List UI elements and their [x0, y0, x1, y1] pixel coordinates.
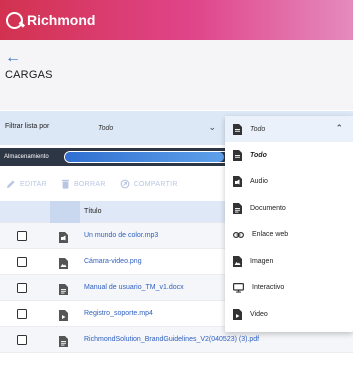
image-file-icon: [59, 256, 68, 274]
arrow-left-icon[interactable]: ←: [5, 50, 21, 66]
action-toolbar: EDITAR BORRAR COMPARTIR: [0, 169, 230, 199]
dropdown-selected-label: Todo: [250, 125, 266, 133]
page-header: ← CARGAS: [0, 40, 353, 110]
option-label: Interactivo: [252, 284, 285, 292]
storage-label: Almacenamiento: [4, 154, 49, 160]
row-checkbox[interactable]: [17, 309, 27, 319]
filter-selected-value: Todo: [98, 124, 114, 132]
dropdown-option-interactivo[interactable]: Interactivo: [225, 275, 353, 302]
app-logo[interactable]: Richmond: [6, 11, 96, 29]
audio-icon: [233, 176, 242, 188]
dropdown-selected[interactable]: Todo ⌃: [225, 116, 353, 142]
row-checkbox[interactable]: [17, 231, 27, 241]
file-name-link[interactable]: Cámara-video.png: [84, 258, 142, 265]
link-icon: [233, 231, 244, 238]
option-label: Video: [250, 310, 268, 318]
file-name-link[interactable]: Un mundo de color.mp3: [84, 232, 158, 239]
document-icon: [233, 123, 242, 135]
select-column-header: [0, 201, 52, 223]
edit-button[interactable]: EDITAR: [6, 179, 47, 189]
option-label: Audio: [250, 178, 268, 186]
option-label: Documento: [250, 204, 286, 212]
video-file-icon: [59, 308, 68, 326]
chevron-up-icon: ⌃: [335, 123, 343, 133]
row-checkbox[interactable]: [17, 283, 27, 293]
title-column-header[interactable]: Título: [84, 208, 102, 215]
storage-row: Almacenamiento: [0, 148, 230, 166]
audio-file-icon: [59, 230, 68, 248]
pencil-icon: [7, 180, 15, 188]
dropdown-option-imagen[interactable]: Imagen: [225, 248, 353, 275]
dropdown-option-documento[interactable]: Documento: [225, 195, 353, 222]
storage-progress-fill: [65, 152, 225, 162]
share-label: COMPARTIR: [133, 180, 178, 188]
file-name-link[interactable]: Registro_soporte.mp4: [84, 310, 153, 317]
document-file-icon: [59, 334, 68, 352]
image-icon: [233, 255, 242, 267]
storage-progress-bar: [64, 151, 230, 163]
dropdown-option-video[interactable]: Video: [225, 301, 353, 328]
video-icon: [233, 308, 242, 320]
filter-select[interactable]: Todo ⌄: [92, 117, 224, 139]
monitor-icon: [233, 282, 244, 293]
richmond-logo-icon: [6, 11, 23, 29]
document-file-icon: [59, 282, 68, 300]
row-checkbox[interactable]: [17, 335, 27, 345]
file-name-link[interactable]: Manual de usuario_TM_v1.docx: [84, 284, 184, 291]
trash-icon: [61, 179, 69, 189]
type-column-header[interactable]: [50, 201, 80, 223]
row-checkbox[interactable]: [17, 257, 27, 267]
dropdown-option-todo[interactable]: Todo: [225, 142, 353, 169]
top-bar: Richmond: [0, 0, 353, 40]
delete-label: BORRAR: [73, 180, 106, 188]
delete-button[interactable]: BORRAR: [61, 179, 106, 189]
dropdown-option-enlace-web[interactable]: Enlace web: [225, 222, 353, 249]
file-name-link[interactable]: RichmondSolution_BrandGuidelines_V2(0405…: [84, 336, 259, 343]
option-label: Enlace web: [252, 231, 289, 239]
dropdown-option-audio[interactable]: Audio: [225, 169, 353, 196]
edit-label: EDITAR: [20, 180, 47, 188]
option-label: Imagen: [250, 257, 274, 265]
filter-label: Filtrar lista por: [5, 123, 50, 130]
option-label: Todo: [250, 151, 267, 159]
page-title: CARGAS: [5, 69, 53, 81]
share-icon: [120, 179, 130, 189]
filter-dropdown-menu: Todo ⌃ Todo Audio Documento Enlace web I…: [225, 116, 353, 332]
document-icon: [233, 149, 242, 161]
chevron-down-icon: ⌄: [208, 122, 216, 132]
app-name: Richmond: [27, 12, 96, 28]
document-icon: [233, 202, 242, 214]
share-button[interactable]: COMPARTIR: [120, 179, 178, 189]
